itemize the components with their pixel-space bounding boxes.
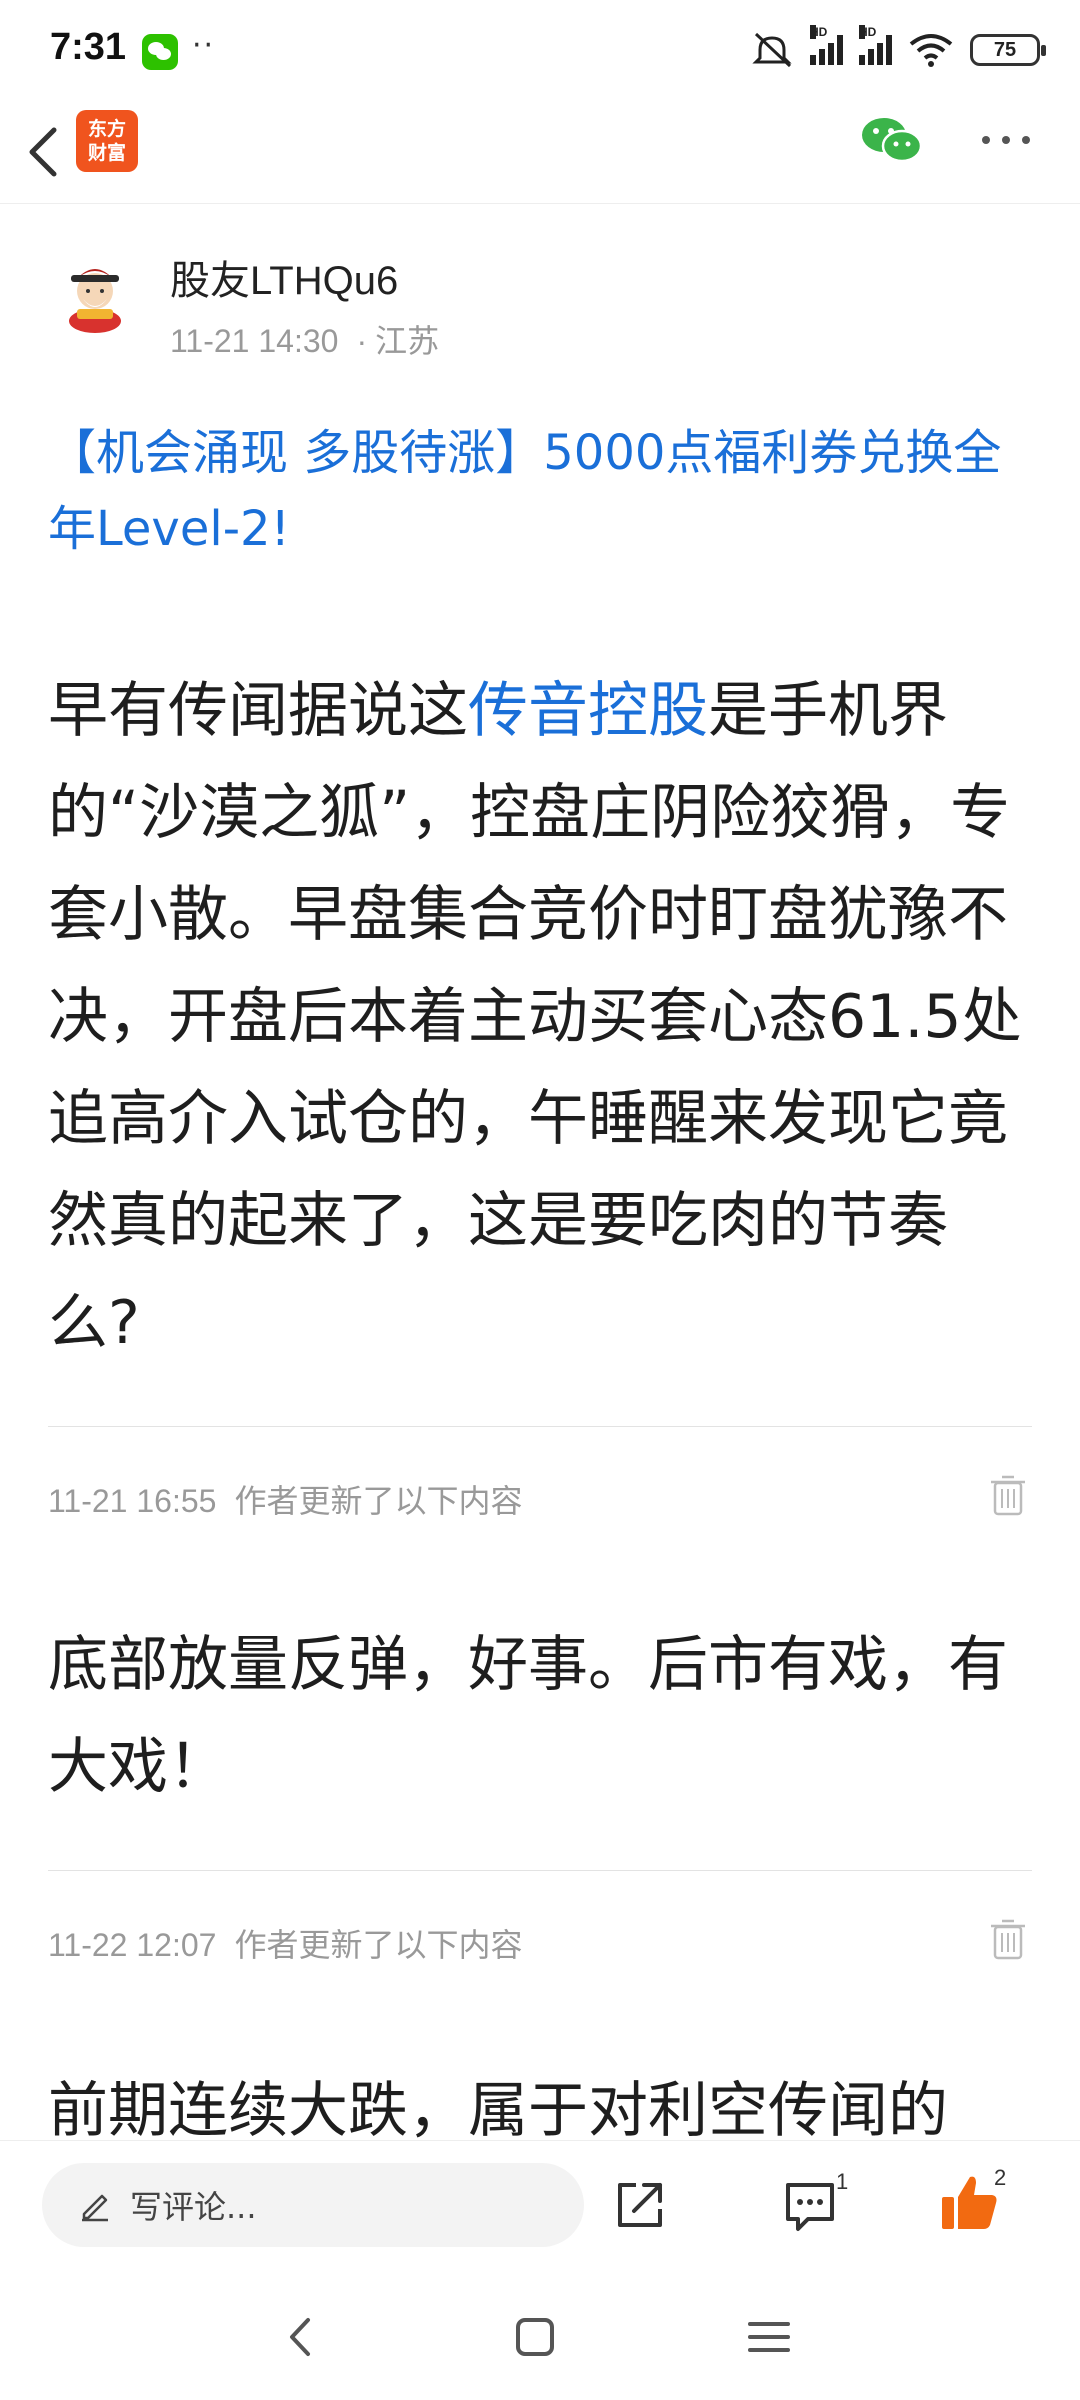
comment-input[interactable]: 写评论... bbox=[42, 2163, 584, 2247]
update-label: 作者更新了以下内容 bbox=[234, 1927, 523, 1963]
post-body: 早有传闻据说这传音控股是手机界的“沙漠之狐”，控盘庄阴险狡猾，专套小散。早盘集合… bbox=[48, 660, 1038, 1374]
action-bar: 写评论... 1 2 bbox=[0, 2140, 1080, 2268]
delete-update-button[interactable] bbox=[990, 1474, 1026, 1516]
update-body: 前期连续大跌，属于对利空传闻的 bbox=[48, 2076, 948, 2140]
update-body: 底部放量反弹，好事。后市有戏，有大戏！ bbox=[48, 1630, 1008, 1802]
system-home-button[interactable] bbox=[510, 2312, 560, 2362]
like-button[interactable] bbox=[938, 2171, 1002, 2235]
update-meta: 11-22 12:07 作者更新了以下内容 bbox=[48, 1920, 522, 1966]
share-icon bbox=[618, 2183, 662, 2227]
square-icon bbox=[516, 2318, 554, 2356]
pencil-icon bbox=[82, 2194, 108, 2222]
stock-link[interactable]: 传音控股 bbox=[468, 676, 708, 746]
like-count: 2 bbox=[994, 2165, 1007, 2190]
update-time: 11-21 16:55 bbox=[48, 1483, 217, 1519]
divider bbox=[48, 1426, 1032, 1427]
system-back-button[interactable] bbox=[278, 2312, 328, 2362]
chevron-left-icon bbox=[290, 2318, 310, 2356]
trash-icon bbox=[991, 1475, 1025, 1516]
comment-placeholder: 写评论... bbox=[130, 2188, 257, 2226]
comment-count: 1 bbox=[836, 2169, 849, 2194]
system-menu-button[interactable] bbox=[744, 2312, 794, 2362]
post-body-prefix: 早有传闻据说这 bbox=[48, 676, 468, 746]
update-time: 11-22 12:07 bbox=[48, 1927, 217, 1963]
trash-icon bbox=[991, 1919, 1025, 1960]
menu-icon bbox=[748, 2322, 790, 2352]
update-meta: 11-21 16:55 作者更新了以下内容 bbox=[48, 1476, 522, 1522]
thumbs-up-icon bbox=[942, 2176, 997, 2229]
post-title-link[interactable]: 【机会涌现 多股待涨】5000点福利券兑换全年Level-2! bbox=[48, 415, 1038, 567]
post-body-suffix: 是手机界的“沙漠之狐”，控盘庄阴险狡猾，专套小散。早盘集合竞价时盯盘犹豫不决，开… bbox=[48, 676, 1022, 1358]
delete-update-button[interactable] bbox=[990, 1918, 1026, 1960]
update-label: 作者更新了以下内容 bbox=[234, 1483, 523, 1519]
share-button[interactable] bbox=[610, 2175, 670, 2235]
content-viewport: 【机会涌现 多股待涨】5000点福利券兑换全年Level-2! 早有传闻据说这传… bbox=[0, 0, 1080, 2140]
system-navigation bbox=[0, 2268, 1080, 2400]
divider bbox=[48, 1870, 1032, 1871]
comment-icon bbox=[786, 2183, 834, 2231]
comment-button[interactable] bbox=[780, 2175, 840, 2235]
